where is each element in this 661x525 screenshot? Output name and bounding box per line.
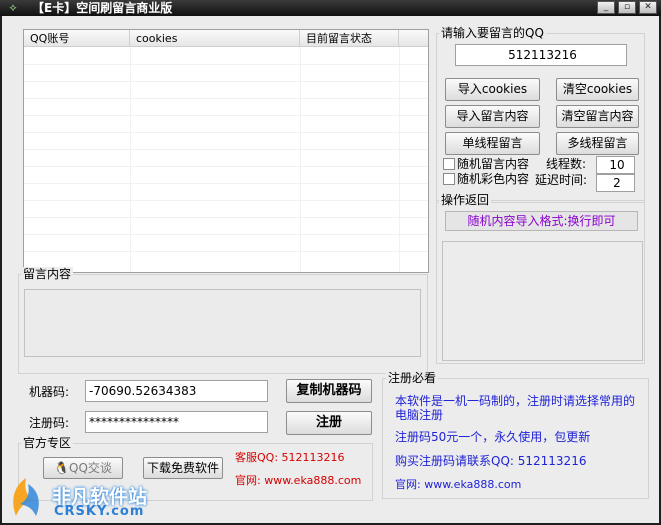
support-qq-text: 客服QQ: 512113216 <box>235 451 345 464</box>
minimize-button[interactable]: _ <box>597 1 615 14</box>
grid-line <box>24 251 428 252</box>
main-window: QQ账号 cookies 目前留言状态 请输入要留言的QQ 导入cookies … <box>2 16 659 523</box>
official-website-link[interactable]: 官网: www.eka888.com <box>235 474 361 488</box>
table-header: QQ账号 cookies 目前留言状态 <box>24 30 428 47</box>
grid-line <box>24 149 428 150</box>
random-color-label: 随机彩色内容 <box>457 172 530 186</box>
column-header-cookies[interactable]: cookies <box>130 30 300 47</box>
notice-label: 注册必看 <box>386 371 439 385</box>
random-content-checkbox[interactable] <box>443 158 455 170</box>
grid-line <box>24 64 428 65</box>
official-label: 官方专区 <box>21 436 74 450</box>
grid-line <box>24 132 428 133</box>
window-title: 【E卡】空间刷留言商业版 <box>32 1 173 15</box>
grid-line <box>24 183 428 184</box>
watermark-en-text: CRSKY.com <box>54 504 145 519</box>
operation-message: 随机内容导入格式:换行即可 <box>445 211 638 231</box>
registration-code-label: 注册码: <box>29 416 70 430</box>
maximize-button[interactable]: ▫ <box>618 1 636 14</box>
grid-line <box>24 98 428 99</box>
grid-line <box>24 234 428 235</box>
clear-cookies-button[interactable]: 清空cookies <box>556 78 639 101</box>
thread-count-input[interactable] <box>596 156 635 174</box>
notice-line-2: 注册码50元一个，永久使用，包更新 <box>395 430 591 444</box>
notice-line-3: 购买注册码请联系QQ: 512113216 <box>395 454 587 468</box>
import-content-button[interactable]: 导入留言内容 <box>445 105 540 128</box>
operation-label: 操作返回 <box>439 193 492 207</box>
notice-website-link[interactable]: 官网: www.eka888.com <box>395 478 521 492</box>
message-content-label: 留言内容 <box>21 267 74 281</box>
title-bar: ⟡ 【E卡】空间刷留言商业版 _ ▫ ✕ <box>0 0 661 16</box>
message-content-textarea[interactable] <box>24 289 421 357</box>
target-qq-input[interactable] <box>455 44 627 66</box>
column-header-qq[interactable]: QQ账号 <box>24 30 130 47</box>
registration-code-input[interactable] <box>85 411 268 433</box>
watermark: 非凡软件站 CRSKY.com <box>0 466 200 524</box>
single-thread-button[interactable]: 单线程留言 <box>445 132 540 155</box>
grid-line <box>24 81 428 82</box>
random-color-checkbox[interactable] <box>443 173 455 185</box>
random-content-label: 随机留言内容 <box>457 157 530 171</box>
close-button[interactable]: ✕ <box>639 1 657 14</box>
delay-input[interactable] <box>596 174 635 192</box>
machine-code-label: 机器码: <box>29 385 70 399</box>
notice-line-1: 本软件是一机一码制的，注册时请选择常用的电脑注册 <box>395 394 636 422</box>
grid-line <box>24 217 428 218</box>
account-table[interactable]: QQ账号 cookies 目前留言状态 <box>23 29 429 273</box>
thread-count-label: 线程数: <box>546 157 587 171</box>
grid-line <box>24 166 428 167</box>
crsky-logo-icon <box>13 478 39 516</box>
qq-input-label: 请输入要留言的QQ <box>439 26 546 40</box>
copy-machine-code-button[interactable]: 复制机器码 <box>286 379 372 403</box>
import-cookies-button[interactable]: 导入cookies <box>445 78 540 101</box>
grid-line <box>24 200 428 201</box>
multi-thread-button[interactable]: 多线程留言 <box>556 132 639 155</box>
clear-content-button[interactable]: 清空留言内容 <box>556 105 639 128</box>
app-icon: ⟡ <box>9 1 17 14</box>
grid-line <box>24 115 428 116</box>
register-button[interactable]: 注册 <box>286 411 372 435</box>
column-header-status[interactable]: 目前留言状态 <box>300 30 399 47</box>
machine-code-input[interactable] <box>85 380 268 402</box>
delay-label: 延迟时间: <box>535 173 588 187</box>
operation-log[interactable] <box>442 241 643 361</box>
